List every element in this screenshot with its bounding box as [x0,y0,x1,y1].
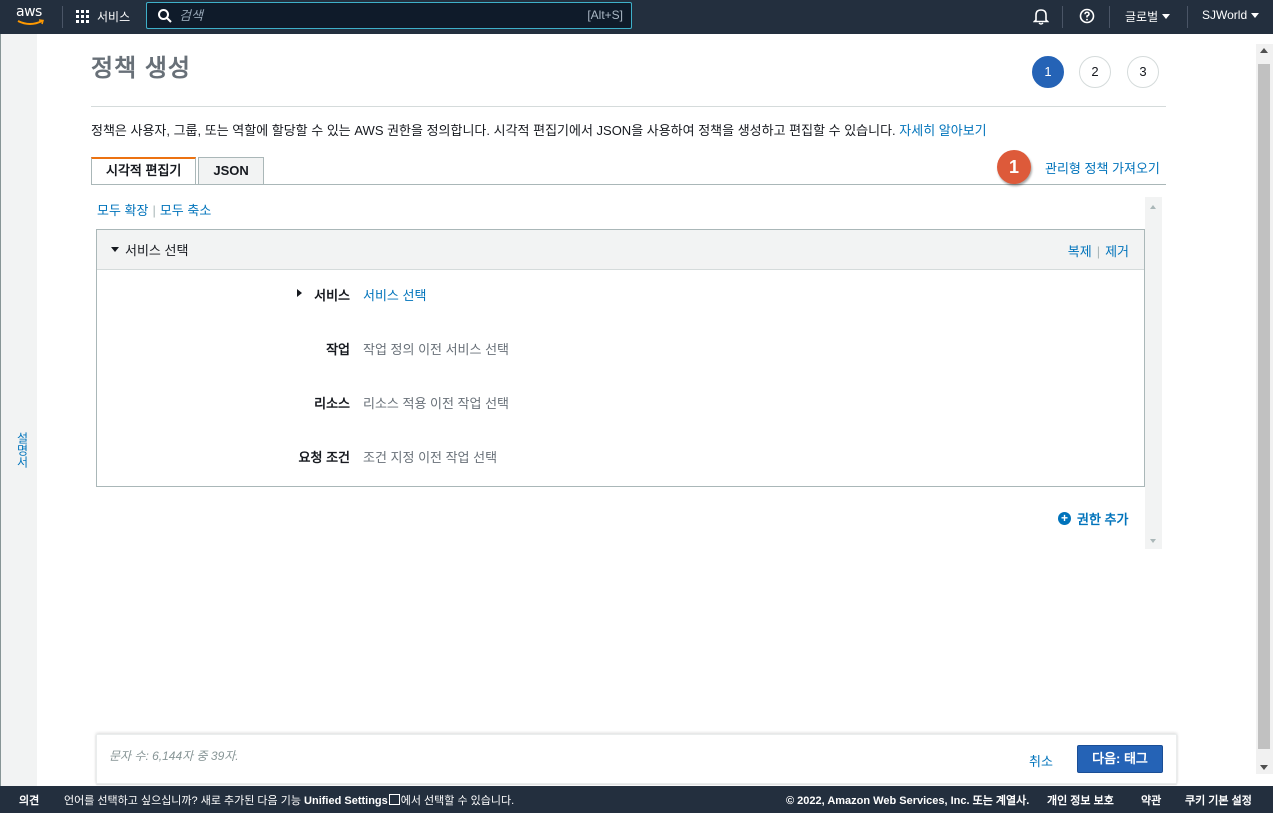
page-description: 정책은 사용자, 그룹, 또는 역할에 할당할 수 있는 AWS 권한을 정의합… [91,120,987,139]
feedback-link[interactable]: 의견 [19,792,39,808]
step-3: 3 [1127,56,1159,88]
scrollbar-thumb[interactable] [1258,64,1270,749]
external-link-icon [388,794,400,805]
character-count: 문자 수: 6,144자 중 39자. [109,749,239,763]
apps-grid-icon [76,9,90,24]
account-menu[interactable]: SJWorld [1202,8,1260,22]
aws-smile-icon [17,19,44,25]
privacy-link[interactable]: 개인 정보 보호 [1047,792,1114,808]
scroll-up-icon[interactable] [1260,48,1268,53]
terms-link[interactable]: 약관 [1141,792,1161,808]
nav-divider [1187,6,1188,28]
row-value: 작업 정의 이전 서비스 선택 [363,342,510,357]
account-name: SJWorld [1202,8,1248,22]
nav-divider [62,6,63,28]
bell-icon[interactable] [1033,8,1049,25]
cookie-preferences-link[interactable]: 쿠키 기본 설정 [1185,792,1252,808]
plus-circle-icon: + [1058,512,1071,525]
step-1: 1 [1032,56,1064,88]
row-label: 요청 조건 [298,450,350,465]
region-selector[interactable]: 글로벌 [1125,8,1171,25]
scroll-down-icon[interactable] [1260,765,1268,770]
expand-all-link[interactable]: 모두 확장 [97,203,148,218]
search-box[interactable]: [Alt+S] [146,2,632,29]
tab-json[interactable]: JSON [198,157,264,185]
copyright: © 2022, Amazon Web Services, Inc. 또는 계열사… [786,795,1030,807]
language-prompt-text: 언어를 선택하고 싶으십니까? 새로 추가된 다음 기능 [64,795,305,807]
aws-logo[interactable]: aws [16,5,46,29]
duplicate-link[interactable]: 복제 [1068,244,1092,259]
learn-more-link[interactable]: 자세히 알아보기 [899,123,986,138]
separator: | [1096,244,1101,259]
import-managed-policy-link[interactable]: 관리형 정책 가져오기 [1045,158,1160,177]
description-text: 정책은 사용자, 그룹, 또는 역할에 할당할 수 있는 AWS 권한을 정의합… [91,123,900,138]
region-label: 글로벌 [1125,10,1159,24]
caret-down-icon[interactable] [111,247,119,252]
editor-tabs: 시각적 편집기 JSON [91,157,264,185]
row-label: 리소스 [314,396,350,411]
row-actions: 작업 작업 정의 이전 서비스 선택 [97,339,1144,359]
collapse-all-link[interactable]: 모두 축소 [160,203,211,218]
page-title: 정책 생성 [91,55,191,82]
scroll-down-icon[interactable] [1150,539,1156,543]
add-permission-label: 권한 추가 [1077,512,1129,527]
services-label: 서비스 [97,10,131,24]
nav-divider [1109,6,1110,28]
tabs-underline [91,184,1166,185]
divider [91,106,1166,107]
search-input[interactable] [179,8,559,23]
annotation-badge: 1 [997,150,1031,184]
permission-statement-panel: 서비스 선택 복제 | 제거 서비스 서비스 선택 작업 작업 정의 이전 서비스 … [96,229,1145,487]
row-value: 리소스 적용 이전 작업 선택 [363,396,510,411]
row-resources: 리소스 리소스 적용 이전 작업 선택 [97,393,1144,413]
services-menu[interactable]: 서비스 [76,8,130,25]
row-conditions: 요청 조건 조건 지정 이전 작업 선택 [97,447,1144,467]
row-service: 서비스 서비스 선택 [97,285,1144,305]
next-tags-button[interactable]: 다음: 태그 [1077,745,1163,773]
top-navigation: aws 서비스 [Alt+S] 글로벌 SJWorld [0,0,1273,34]
panel-title: 서비스 선택 [125,243,189,258]
page-scrollbar[interactable] [1256,44,1273,774]
row-label: 서비스 [314,288,350,303]
search-icon [158,8,172,23]
console-footer: 의견 언어를 선택하고 싶으십니까? 새로 추가된 다음 기능 Unified … [0,786,1273,813]
caret-right-icon[interactable] [297,289,302,297]
row-value: 조건 지정 이전 작업 선택 [363,450,498,465]
footer-action-bar: 문자 수: 6,144자 중 39자. 취소 다음: 태그 [96,734,1177,784]
scroll-up-icon[interactable] [1150,205,1156,209]
nav-divider [1062,6,1063,28]
documentation-rail[interactable]: 설명서 [0,34,37,786]
tab-visual-editor[interactable]: 시각적 편집기 [91,157,197,185]
add-permission-button[interactable]: + 권한 추가 [1058,509,1128,528]
unified-settings-link[interactable]: Unified Settings [304,795,388,807]
aws-logo-text: aws [16,4,42,20]
search-shortcut: [Alt+S] [587,8,623,22]
language-prompt: 언어를 선택하고 싶으십니까? 새로 추가된 다음 기능 Unified Set… [64,792,514,808]
documentation-label[interactable]: 설명서 [11,432,31,472]
expand-collapse-links: 모두 확장 | 모두 축소 [97,200,211,219]
panel-header[interactable]: 서비스 선택 복제 | 제거 [97,230,1144,270]
choose-service-link[interactable]: 서비스 선택 [363,285,426,304]
help-icon[interactable] [1079,8,1095,24]
editor-scrollbar[interactable] [1145,197,1162,549]
chevron-down-icon [1251,12,1260,18]
separator: | [152,203,156,218]
language-prompt-suffix: 에서 선택할 수 있습니다. [400,795,515,807]
cancel-button[interactable]: 취소 [1029,751,1053,770]
panel-actions: 복제 | 제거 [1068,241,1129,260]
chevron-down-icon [1162,14,1171,19]
remove-link[interactable]: 제거 [1105,244,1129,259]
row-label: 작업 [326,342,350,357]
step-2: 2 [1079,56,1111,88]
